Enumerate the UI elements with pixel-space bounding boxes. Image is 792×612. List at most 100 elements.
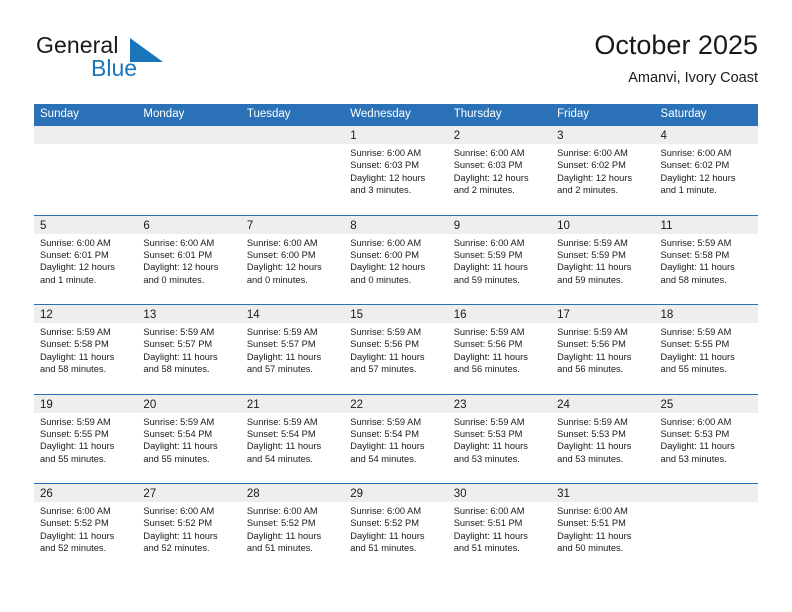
general-blue-logo[interactable]: General Blue [34,28,254,94]
date-number: 12 [40,309,53,321]
daylight-text-line2: and 55 minutes. [40,453,107,464]
daylight-text-line2: and 59 minutes. [557,274,624,285]
sunrise-text: Sunrise: 6:00 AM [660,148,732,158]
day-cell[interactable]: 14 Sunrise: 5:59 AM Sunset: 5:57 PM Dayl… [240,305,345,394]
day-cell[interactable]: 10 Sunrise: 5:59 AM Sunset: 5:59 PM Dayl… [551,215,655,304]
day-cell[interactable]: 19 Sunrise: 5:59 AM Sunset: 5:55 PM Dayl… [34,394,138,483]
sunrise-text: Sunrise: 5:59 AM [453,416,525,427]
date-number: 10 [557,219,570,232]
day-cell[interactable]: 9 Sunrise: 6:00 AM Sunset: 5:59 PM Dayli… [447,215,552,304]
day-cell[interactable]: 5 Sunrise: 6:00 AM Sunset: 6:01 PM Dayli… [34,215,138,304]
sunset-text: Sunset: 6:03 PM [350,160,419,171]
date-number: 7 [246,219,254,232]
sunrise-text: Sunrise: 6:00 AM [350,148,422,158]
date-number-band [34,126,138,144]
daylight-text-line2: and 52 minutes. [40,543,107,554]
date-number-band [137,126,241,144]
daylight-text-line2: and 51 minutes. [350,543,417,554]
date-number: 2 [453,130,461,142]
day-cell[interactable]: 31 Sunrise: 6:00 AM Sunset: 5:51 PM Dayl… [551,484,655,573]
sunrise-text: Sunrise: 6:00 AM [453,148,525,158]
day-cell[interactable]: 3 Sunrise: 6:00 AM Sunset: 6:02 PM Dayli… [551,126,655,215]
date-number: 9 [453,219,461,232]
day-cell[interactable]: 16 Sunrise: 5:59 AM Sunset: 5:56 PM Dayl… [447,305,552,394]
day-cell[interactable]: 11 Sunrise: 5:59 AM Sunset: 5:58 PM Dayl… [654,215,758,304]
sunset-text: Sunset: 5:59 PM [453,249,523,260]
day-cell[interactable]: 6 Sunrise: 6:00 AM Sunset: 6:01 PM Dayli… [137,215,241,304]
sunset-text: Sunset: 5:52 PM [350,518,419,529]
daylight-text-line2: and 50 minutes. [557,543,624,554]
sunrise-text: Sunrise: 5:59 AM [143,327,215,337]
day-cell[interactable]: 21 Sunrise: 5:59 AM Sunset: 5:54 PM Dayl… [240,394,345,483]
daylight-text-line1: Daylight: 12 hours [660,172,736,183]
sunset-text: Sunset: 6:01 PM [40,249,109,260]
day-cell[interactable]: 26 Sunrise: 6:00 AM Sunset: 5:52 PM Dayl… [34,484,138,573]
daylight-text-line1: Daylight: 12 hours [557,172,633,183]
day-cell[interactable]: 1 Sunrise: 6:00 AM Sunset: 6:03 PM Dayli… [344,126,448,215]
date-number-band: 26 [34,484,138,502]
day-cell[interactable]: 22 Sunrise: 5:59 AM Sunset: 5:54 PM Dayl… [344,394,448,483]
calendar-page: General Blue October 2025 Amanvi, Ivory … [0,0,792,612]
day-cell[interactable]: 15 Sunrise: 5:59 AM Sunset: 5:56 PM Dayl… [344,305,448,394]
daylight-text-line1: Daylight: 12 hours [350,172,426,183]
daylight-text-line2: and 51 minutes. [453,543,520,554]
daylight-text-line2: and 1 minute. [40,274,97,285]
sunset-text: Sunset: 5:57 PM [143,339,213,350]
day-cell[interactable]: 20 Sunrise: 5:59 AM Sunset: 5:54 PM Dayl… [137,394,241,483]
date-number-band: 3 [551,126,655,144]
day-cell[interactable]: 23 Sunrise: 5:59 AM Sunset: 5:53 PM Dayl… [447,394,552,483]
date-number: 19 [40,398,53,411]
sunrise-text: Sunrise: 5:59 AM [40,327,111,337]
day-cell[interactable]: 28 Sunrise: 6:00 AM Sunset: 5:52 PM Dayl… [240,484,345,573]
day-cell[interactable]: 29 Sunrise: 6:00 AM Sunset: 5:52 PM Dayl… [344,484,448,573]
day-cell[interactable]: 27 Sunrise: 6:00 AM Sunset: 5:52 PM Dayl… [137,484,241,573]
date-number: 29 [350,488,364,500]
day-cell[interactable]: 13 Sunrise: 5:59 AM Sunset: 5:57 PM Dayl… [137,305,241,394]
day-cell[interactable]: 30 Sunrise: 6:00 AM Sunset: 5:51 PM Dayl… [447,484,552,573]
day-cell[interactable]: 8 Sunrise: 6:00 AM Sunset: 6:00 PM Dayli… [344,215,448,304]
daylight-text-line2: and 57 minutes. [246,364,313,375]
date-number-band: 25 [654,394,758,413]
day-info: Sunrise: 6:00 AM Sunset: 6:03 PM Dayligh… [344,144,447,197]
date-number-band: 22 [344,394,448,413]
daylight-text-line2: and 52 minutes. [143,543,210,554]
day-cell[interactable]: 17 Sunrise: 5:59 AM Sunset: 5:56 PM Dayl… [551,305,655,394]
sunset-text: Sunset: 5:52 PM [40,518,109,529]
sunset-text: Sunset: 5:55 PM [660,339,730,350]
daylight-text-line2: and 0 minutes. [350,274,412,285]
day-cell[interactable] [137,126,241,215]
day-cell[interactable]: 2 Sunrise: 6:00 AM Sunset: 6:03 PM Dayli… [447,126,552,215]
daylight-text-line1: Daylight: 12 hours [143,262,219,273]
date-number-band: 7 [240,215,345,234]
sunrise-text: Sunrise: 6:00 AM [246,506,318,516]
daylight-text-line1: Daylight: 12 hours [350,262,426,273]
daylight-text-line2: and 56 minutes. [453,364,520,375]
day-cell[interactable]: 24 Sunrise: 5:59 AM Sunset: 5:53 PM Dayl… [551,394,655,483]
day-cell[interactable]: 12 Sunrise: 5:59 AM Sunset: 5:58 PM Dayl… [34,305,138,394]
week-row: 19 Sunrise: 5:59 AM Sunset: 5:55 PM Dayl… [34,393,758,483]
sunset-text: Sunset: 6:02 PM [557,160,626,171]
date-number-band: 6 [137,215,241,234]
day-info: Sunrise: 5:59 AM Sunset: 5:54 PM Dayligh… [241,413,344,466]
date-number: 26 [40,488,53,500]
location-subtitle: Amanvi, Ivory Coast [628,70,758,86]
date-number: 13 [143,309,157,321]
daylight-text-line1: Daylight: 11 hours [350,441,425,452]
daylight-text-line2: and 53 minutes. [660,453,727,464]
day-cell[interactable]: 4 Sunrise: 6:00 AM Sunset: 6:02 PM Dayli… [654,126,758,215]
day-cell[interactable] [654,484,758,573]
daylight-text-line1: Daylight: 11 hours [557,441,632,452]
daylight-text-line1: Daylight: 11 hours [557,351,632,362]
date-number: 14 [246,309,260,321]
date-number: 27 [143,488,157,500]
day-cell[interactable]: 25 Sunrise: 6:00 AM Sunset: 5:53 PM Dayl… [654,394,758,483]
day-cell[interactable] [34,126,138,215]
sunrise-text: Sunrise: 5:59 AM [557,327,628,337]
day-cell[interactable] [240,126,345,215]
day-cell[interactable]: 7 Sunrise: 6:00 AM Sunset: 6:00 PM Dayli… [240,215,345,304]
day-cell[interactable]: 18 Sunrise: 5:59 AM Sunset: 5:55 PM Dayl… [654,305,758,394]
daylight-text-line2: and 58 minutes. [660,274,727,285]
daylight-text-line2: and 53 minutes. [557,453,624,464]
date-number-band: 17 [551,305,655,323]
date-number: 30 [453,488,467,500]
